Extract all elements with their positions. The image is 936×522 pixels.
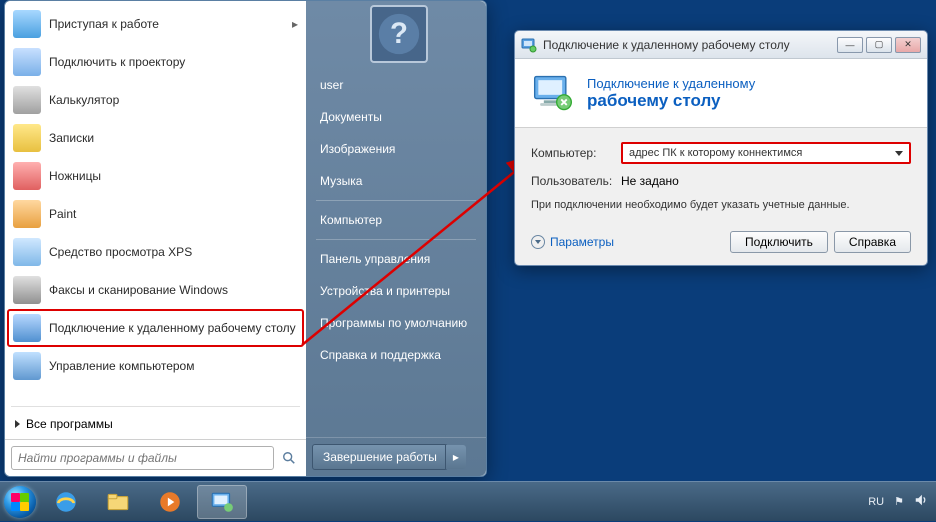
- taskbar-explorer[interactable]: [93, 485, 143, 519]
- start-button[interactable]: [0, 482, 40, 522]
- language-indicator[interactable]: RU: [868, 496, 884, 508]
- rdp-footer: Параметры Подключить Справка: [531, 225, 911, 253]
- shutdown-row: Завершение работы ▸: [306, 437, 486, 476]
- right-pane-item[interactable]: Панель управления: [306, 243, 486, 275]
- user-label: Пользователь:: [531, 174, 621, 188]
- program-item[interactable]: Управление компьютером: [7, 347, 304, 385]
- all-programs-label: Все программы: [26, 417, 113, 431]
- start-menu-right-pane: ? userДокументыИзображенияМузыка Компьюте…: [306, 1, 486, 476]
- right-pane-item[interactable]: Устройства и принтеры: [306, 275, 486, 307]
- credential-info: При подключении необходимо будет указать…: [531, 198, 911, 213]
- options-label: Параметры: [550, 235, 614, 249]
- search-input[interactable]: [11, 446, 274, 470]
- search-icon[interactable]: [278, 447, 300, 469]
- program-label: Факсы и сканирование Windows: [49, 283, 228, 297]
- submenu-arrow-icon: ▸: [292, 17, 298, 31]
- volume-icon[interactable]: [914, 493, 928, 510]
- program-label: Подключение к удаленному рабочему столу: [49, 321, 296, 335]
- rdp-header-line1: Подключение к удаленному: [587, 76, 755, 91]
- user-picture[interactable]: ?: [370, 5, 428, 63]
- start-menu: Приступая к работе ▸ Подключить к проектор…: [4, 0, 487, 477]
- shutdown-menu-arrow[interactable]: ▸: [445, 445, 466, 469]
- start-menu-left-pane: Приступая к работе ▸ Подключить к проектор…: [5, 1, 306, 476]
- maximize-button[interactable]: ▢: [866, 37, 892, 53]
- xps-viewer-icon: [13, 238, 41, 266]
- sticky-notes-icon: [13, 124, 41, 152]
- program-item[interactable]: Приступая к работе ▸: [7, 5, 304, 43]
- right-pane-item[interactable]: Изображения: [306, 133, 486, 165]
- right-pane-item[interactable]: Справка и поддержка: [306, 339, 486, 371]
- shutdown-button[interactable]: Завершение работы: [312, 444, 448, 470]
- rdp-header-icon: [531, 71, 575, 115]
- svg-text:?: ?: [390, 17, 408, 50]
- user-row: Пользователь: Не задано: [531, 174, 911, 188]
- right-list: userДокументыИзображенияМузыка Компьютер П…: [306, 69, 486, 437]
- program-item[interactable]: Записки: [7, 119, 304, 157]
- shutdown-label: Завершение работы: [323, 450, 437, 464]
- program-item[interactable]: Средство просмотра XPS: [7, 233, 304, 271]
- connect-button[interactable]: Подключить: [730, 231, 828, 253]
- action-center-icon[interactable]: ⚑: [894, 495, 904, 508]
- program-item[interactable]: Калькулятор: [7, 81, 304, 119]
- right-pane-item[interactable]: Программы по умолчанию: [306, 307, 486, 339]
- rdp-window: Подключение к удаленному рабочему столу …: [514, 30, 928, 266]
- divider: [316, 239, 476, 240]
- program-item[interactable]: Paint: [7, 195, 304, 233]
- program-label: Средство просмотра XPS: [49, 245, 192, 259]
- snipping-tool-icon: [13, 162, 41, 190]
- program-item[interactable]: Подключить к проектору: [7, 43, 304, 81]
- chevron-down-icon: [895, 151, 903, 156]
- rdp-header-text: Подключение к удаленному рабочему столу: [587, 76, 755, 111]
- rdp-titlebar[interactable]: Подключение к удаленному рабочему столу …: [515, 31, 927, 59]
- program-list: Приступая к работе ▸ Подключить к проектор…: [5, 1, 306, 404]
- rdp-icon: [13, 314, 41, 342]
- taskbar-ie[interactable]: [41, 485, 91, 519]
- rdp-header: Подключение к удаленному рабочему столу: [515, 59, 927, 128]
- program-label: Записки: [49, 131, 94, 145]
- program-item[interactable]: Подключение к удаленному рабочему столу: [7, 309, 304, 347]
- paint-icon: [13, 200, 41, 228]
- user-value: Не задано: [621, 174, 679, 188]
- program-label: Ножницы: [49, 169, 101, 183]
- program-label: Управление компьютером: [49, 359, 194, 373]
- chevron-down-icon: [531, 235, 545, 249]
- program-label: Paint: [49, 207, 76, 221]
- right-pane-item[interactable]: Документы: [306, 101, 486, 133]
- projector-icon: [13, 48, 41, 76]
- search-row: [5, 439, 306, 476]
- computer-mgmt-icon: [13, 352, 41, 380]
- all-programs[interactable]: Все программы: [5, 409, 306, 439]
- right-pane-item[interactable]: Музыка: [306, 165, 486, 197]
- getting-started-icon: [13, 10, 41, 38]
- triangle-right-icon: [15, 420, 20, 428]
- close-button[interactable]: ✕: [895, 37, 921, 53]
- minimize-button[interactable]: —: [837, 37, 863, 53]
- windows-logo-icon: [4, 486, 36, 518]
- rdp-header-line2: рабочему столу: [587, 91, 755, 111]
- fax-scan-icon: [13, 276, 41, 304]
- program-label: Подключить к проектору: [49, 55, 185, 69]
- rdp-body: Компьютер: адрес ПК к которому коннектим…: [515, 128, 927, 265]
- program-label: Калькулятор: [49, 93, 119, 107]
- divider: [316, 200, 476, 201]
- right-pane-item[interactable]: Компьютер: [306, 204, 486, 236]
- computer-value: адрес ПК к которому коннектимся: [629, 147, 895, 159]
- options-toggle[interactable]: Параметры: [531, 235, 614, 249]
- rdp-title-icon: [521, 37, 537, 53]
- computer-combobox[interactable]: адрес ПК к которому коннектимся: [621, 142, 911, 164]
- calculator-icon: [13, 86, 41, 114]
- program-label: Приступая к работе: [49, 17, 159, 31]
- program-item[interactable]: Факсы и сканирование Windows: [7, 271, 304, 309]
- taskbar-media-player[interactable]: [145, 485, 195, 519]
- right-pane-item[interactable]: user: [306, 69, 486, 101]
- program-item[interactable]: Ножницы: [7, 157, 304, 195]
- rdp-title-text: Подключение к удаленному рабочему столу: [543, 38, 834, 52]
- computer-label: Компьютер:: [531, 146, 621, 160]
- computer-row: Компьютер: адрес ПК к которому коннектим…: [531, 142, 911, 164]
- help-button[interactable]: Справка: [834, 231, 911, 253]
- taskbar: RU ⚑: [0, 481, 936, 521]
- divider: [11, 406, 300, 407]
- taskbar-rdp[interactable]: [197, 485, 247, 519]
- system-tray: RU ⚑: [868, 493, 936, 510]
